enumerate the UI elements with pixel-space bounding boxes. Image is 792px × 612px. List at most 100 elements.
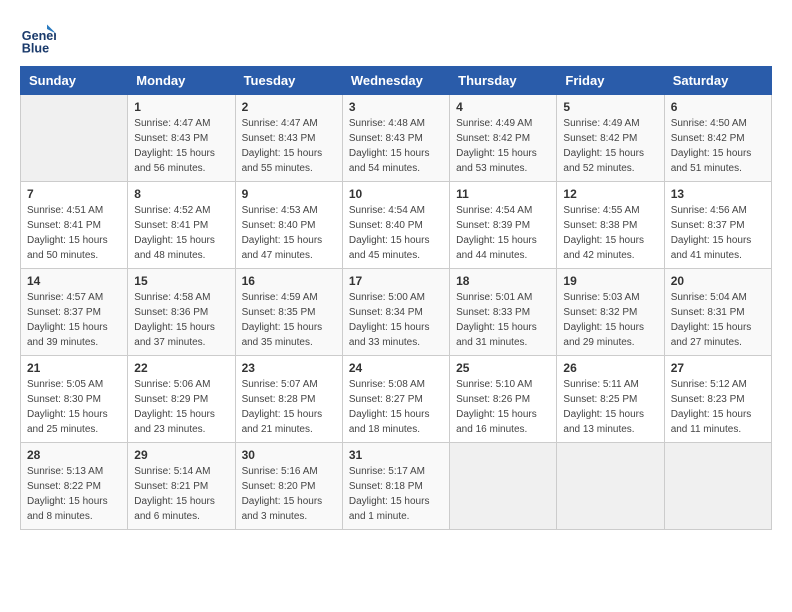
- calendar-cell: [21, 95, 128, 182]
- logo: General Blue: [20, 20, 60, 56]
- day-number: 16: [242, 274, 336, 288]
- cell-info: Sunrise: 5:13 AMSunset: 8:22 PMDaylight:…: [27, 464, 121, 524]
- calendar-cell: 6 Sunrise: 4:50 AMSunset: 8:42 PMDayligh…: [664, 95, 771, 182]
- cell-info: Sunrise: 4:50 AMSunset: 8:42 PMDaylight:…: [671, 116, 765, 176]
- cell-info: Sunrise: 4:47 AMSunset: 8:43 PMDaylight:…: [242, 116, 336, 176]
- cell-info: Sunrise: 4:54 AMSunset: 8:40 PMDaylight:…: [349, 203, 443, 263]
- cell-info: Sunrise: 4:52 AMSunset: 8:41 PMDaylight:…: [134, 203, 228, 263]
- calendar-cell: 28 Sunrise: 5:13 AMSunset: 8:22 PMDaylig…: [21, 443, 128, 530]
- calendar-cell: 24 Sunrise: 5:08 AMSunset: 8:27 PMDaylig…: [342, 356, 449, 443]
- header-day-monday: Monday: [128, 67, 235, 95]
- header-day-sunday: Sunday: [21, 67, 128, 95]
- day-number: 21: [27, 361, 121, 375]
- day-number: 24: [349, 361, 443, 375]
- calendar-cell: 7 Sunrise: 4:51 AMSunset: 8:41 PMDayligh…: [21, 182, 128, 269]
- calendar-table: SundayMondayTuesdayWednesdayThursdayFrid…: [20, 66, 772, 530]
- calendar-cell: 17 Sunrise: 5:00 AMSunset: 8:34 PMDaylig…: [342, 269, 449, 356]
- cell-info: Sunrise: 5:08 AMSunset: 8:27 PMDaylight:…: [349, 377, 443, 437]
- calendar-cell: 25 Sunrise: 5:10 AMSunset: 8:26 PMDaylig…: [450, 356, 557, 443]
- cell-info: Sunrise: 5:17 AMSunset: 8:18 PMDaylight:…: [349, 464, 443, 524]
- day-number: 28: [27, 448, 121, 462]
- day-number: 29: [134, 448, 228, 462]
- day-number: 2: [242, 100, 336, 114]
- day-number: 10: [349, 187, 443, 201]
- calendar-cell: 31 Sunrise: 5:17 AMSunset: 8:18 PMDaylig…: [342, 443, 449, 530]
- calendar-cell: 16 Sunrise: 4:59 AMSunset: 8:35 PMDaylig…: [235, 269, 342, 356]
- calendar-cell: 1 Sunrise: 4:47 AMSunset: 8:43 PMDayligh…: [128, 95, 235, 182]
- cell-info: Sunrise: 5:12 AMSunset: 8:23 PMDaylight:…: [671, 377, 765, 437]
- logo-icon: General Blue: [20, 20, 56, 56]
- cell-info: Sunrise: 5:03 AMSunset: 8:32 PMDaylight:…: [563, 290, 657, 350]
- calendar-cell: 30 Sunrise: 5:16 AMSunset: 8:20 PMDaylig…: [235, 443, 342, 530]
- cell-info: Sunrise: 4:59 AMSunset: 8:35 PMDaylight:…: [242, 290, 336, 350]
- cell-info: Sunrise: 5:04 AMSunset: 8:31 PMDaylight:…: [671, 290, 765, 350]
- week-row-5: 28 Sunrise: 5:13 AMSunset: 8:22 PMDaylig…: [21, 443, 772, 530]
- day-number: 31: [349, 448, 443, 462]
- page-header: General Blue: [20, 20, 772, 56]
- calendar-cell: 3 Sunrise: 4:48 AMSunset: 8:43 PMDayligh…: [342, 95, 449, 182]
- calendar-cell: 27 Sunrise: 5:12 AMSunset: 8:23 PMDaylig…: [664, 356, 771, 443]
- day-number: 23: [242, 361, 336, 375]
- header-day-tuesday: Tuesday: [235, 67, 342, 95]
- week-row-3: 14 Sunrise: 4:57 AMSunset: 8:37 PMDaylig…: [21, 269, 772, 356]
- day-number: 17: [349, 274, 443, 288]
- calendar-cell: [450, 443, 557, 530]
- cell-info: Sunrise: 5:07 AMSunset: 8:28 PMDaylight:…: [242, 377, 336, 437]
- calendar-cell: 4 Sunrise: 4:49 AMSunset: 8:42 PMDayligh…: [450, 95, 557, 182]
- day-number: 19: [563, 274, 657, 288]
- calendar-cell: 15 Sunrise: 4:58 AMSunset: 8:36 PMDaylig…: [128, 269, 235, 356]
- calendar-cell: 2 Sunrise: 4:47 AMSunset: 8:43 PMDayligh…: [235, 95, 342, 182]
- cell-info: Sunrise: 5:01 AMSunset: 8:33 PMDaylight:…: [456, 290, 550, 350]
- day-number: 14: [27, 274, 121, 288]
- calendar-cell: 13 Sunrise: 4:56 AMSunset: 8:37 PMDaylig…: [664, 182, 771, 269]
- day-number: 9: [242, 187, 336, 201]
- cell-info: Sunrise: 4:51 AMSunset: 8:41 PMDaylight:…: [27, 203, 121, 263]
- header-day-thursday: Thursday: [450, 67, 557, 95]
- calendar-header-row: SundayMondayTuesdayWednesdayThursdayFrid…: [21, 67, 772, 95]
- day-number: 6: [671, 100, 765, 114]
- day-number: 5: [563, 100, 657, 114]
- day-number: 26: [563, 361, 657, 375]
- calendar-cell: 26 Sunrise: 5:11 AMSunset: 8:25 PMDaylig…: [557, 356, 664, 443]
- calendar-cell: 18 Sunrise: 5:01 AMSunset: 8:33 PMDaylig…: [450, 269, 557, 356]
- cell-info: Sunrise: 5:06 AMSunset: 8:29 PMDaylight:…: [134, 377, 228, 437]
- day-number: 22: [134, 361, 228, 375]
- day-number: 1: [134, 100, 228, 114]
- calendar-cell: 8 Sunrise: 4:52 AMSunset: 8:41 PMDayligh…: [128, 182, 235, 269]
- day-number: 3: [349, 100, 443, 114]
- cell-info: Sunrise: 4:48 AMSunset: 8:43 PMDaylight:…: [349, 116, 443, 176]
- cell-info: Sunrise: 4:53 AMSunset: 8:40 PMDaylight:…: [242, 203, 336, 263]
- day-number: 27: [671, 361, 765, 375]
- header-day-saturday: Saturday: [664, 67, 771, 95]
- calendar-cell: 11 Sunrise: 4:54 AMSunset: 8:39 PMDaylig…: [450, 182, 557, 269]
- day-number: 11: [456, 187, 550, 201]
- calendar-cell: 21 Sunrise: 5:05 AMSunset: 8:30 PMDaylig…: [21, 356, 128, 443]
- svg-text:Blue: Blue: [22, 41, 49, 55]
- calendar-cell: [557, 443, 664, 530]
- day-number: 25: [456, 361, 550, 375]
- cell-info: Sunrise: 4:58 AMSunset: 8:36 PMDaylight:…: [134, 290, 228, 350]
- cell-info: Sunrise: 4:49 AMSunset: 8:42 PMDaylight:…: [456, 116, 550, 176]
- day-number: 13: [671, 187, 765, 201]
- day-number: 12: [563, 187, 657, 201]
- cell-info: Sunrise: 5:16 AMSunset: 8:20 PMDaylight:…: [242, 464, 336, 524]
- calendar-cell: 9 Sunrise: 4:53 AMSunset: 8:40 PMDayligh…: [235, 182, 342, 269]
- day-number: 8: [134, 187, 228, 201]
- day-number: 4: [456, 100, 550, 114]
- cell-info: Sunrise: 4:55 AMSunset: 8:38 PMDaylight:…: [563, 203, 657, 263]
- calendar-cell: 19 Sunrise: 5:03 AMSunset: 8:32 PMDaylig…: [557, 269, 664, 356]
- calendar-cell: 14 Sunrise: 4:57 AMSunset: 8:37 PMDaylig…: [21, 269, 128, 356]
- header-day-wednesday: Wednesday: [342, 67, 449, 95]
- day-number: 20: [671, 274, 765, 288]
- cell-info: Sunrise: 4:57 AMSunset: 8:37 PMDaylight:…: [27, 290, 121, 350]
- week-row-4: 21 Sunrise: 5:05 AMSunset: 8:30 PMDaylig…: [21, 356, 772, 443]
- day-number: 18: [456, 274, 550, 288]
- cell-info: Sunrise: 4:47 AMSunset: 8:43 PMDaylight:…: [134, 116, 228, 176]
- cell-info: Sunrise: 5:10 AMSunset: 8:26 PMDaylight:…: [456, 377, 550, 437]
- calendar-cell: 12 Sunrise: 4:55 AMSunset: 8:38 PMDaylig…: [557, 182, 664, 269]
- day-number: 30: [242, 448, 336, 462]
- calendar-cell: 20 Sunrise: 5:04 AMSunset: 8:31 PMDaylig…: [664, 269, 771, 356]
- header-day-friday: Friday: [557, 67, 664, 95]
- cell-info: Sunrise: 5:11 AMSunset: 8:25 PMDaylight:…: [563, 377, 657, 437]
- day-number: 15: [134, 274, 228, 288]
